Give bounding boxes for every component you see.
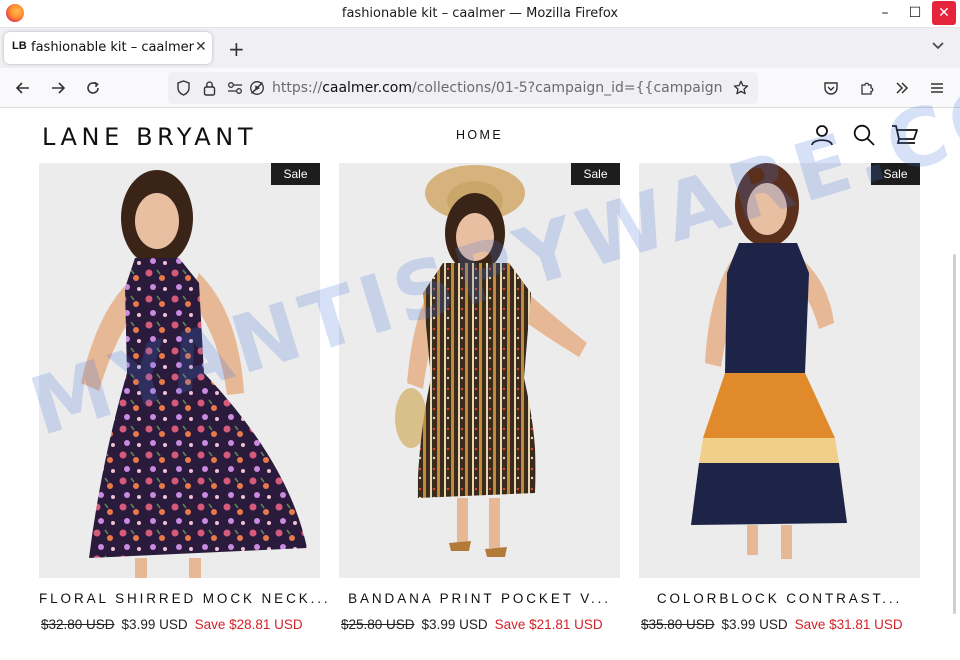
original-price: $35.80 USD — [641, 617, 715, 632]
url-scheme: https:// — [272, 80, 323, 96]
extensions-button[interactable] — [855, 68, 879, 108]
sale-badge: Sale — [271, 163, 320, 185]
pocket-icon — [824, 81, 838, 95]
url-host: caalmer.com — [322, 80, 413, 96]
sale-price: $3.99 USD — [721, 617, 788, 632]
product-photo-colorblock-dress — [639, 163, 920, 578]
window-titlebar: fashionable kit – caalmer — Mozilla Fire… — [0, 0, 960, 28]
reload-icon — [87, 81, 99, 94]
product-image[interactable]: Sale — [339, 163, 620, 578]
savings-amount: Save $28.81 USD — [194, 617, 303, 632]
tab-close-button[interactable]: ✕ — [195, 39, 207, 55]
product-title[interactable]: BANDANA PRINT POCKET V... — [339, 591, 620, 606]
minimize-button[interactable]: – — [872, 0, 898, 26]
navigation-toolbar: https://caalmer.com/collections/01-5?cam… — [0, 68, 960, 108]
sale-badge: Sale — [571, 163, 620, 185]
account-button[interactable] — [809, 122, 837, 150]
back-arrow-icon — [15, 82, 29, 94]
maximize-button[interactable]: ☐ — [902, 0, 928, 26]
chevron-down-icon — [932, 42, 944, 50]
product-image[interactable]: Sale — [639, 163, 920, 578]
tracking-protection-shield-icon[interactable] — [172, 68, 194, 108]
double-chevron-right-icon — [896, 82, 909, 94]
price-row: $35.80 USD $3.99 USD Save $31.81 USD — [641, 617, 903, 632]
product-card[interactable]: Sale FLORAL SHIRRED MOCK NECK... $32.80 … — [39, 163, 328, 632]
search-button[interactable] — [851, 122, 879, 150]
search-icon — [853, 124, 875, 146]
url-bar[interactable]: https://caalmer.com/collections/01-5?cam… — [168, 72, 758, 104]
user-icon — [811, 125, 833, 146]
bookmark-star-button[interactable] — [730, 68, 752, 108]
product-title[interactable]: FLORAL SHIRRED MOCK NECK... — [39, 591, 328, 606]
new-tab-button[interactable]: + — [228, 37, 245, 61]
product-image[interactable]: Sale — [39, 163, 320, 578]
pocket-button[interactable] — [819, 68, 843, 108]
permissions-icon[interactable] — [224, 68, 246, 108]
product-card[interactable]: Sale COLORBLOCK CONTRAST... $35.80 USD $3… — [639, 163, 920, 632]
sale-price: $3.99 USD — [121, 617, 188, 632]
reload-button[interactable] — [80, 68, 106, 108]
url-path: /collections/01-5?campaign_id={{campaign… — [412, 80, 724, 96]
app-menu-button[interactable] — [925, 68, 949, 108]
url-text[interactable]: https://caalmer.com/collections/01-5?cam… — [272, 80, 724, 96]
product-photo-floral-dress — [39, 163, 320, 578]
more-tools-button[interactable] — [890, 68, 914, 108]
price-row: $32.80 USD $3.99 USD Save $28.81 USD — [41, 617, 303, 632]
hamburger-menu-icon — [931, 83, 943, 93]
back-button[interactable] — [10, 68, 36, 108]
cart-icon — [892, 125, 918, 144]
cart-button[interactable] — [891, 122, 919, 150]
price-row: $25.80 USD $3.99 USD Save $21.81 USD — [341, 617, 603, 632]
sale-price: $3.99 USD — [421, 617, 488, 632]
window-title: fashionable kit – caalmer — Mozilla Fire… — [341, 6, 619, 21]
product-title[interactable]: COLORBLOCK CONTRAST... — [639, 591, 920, 606]
close-window-button[interactable]: ✕ — [932, 1, 956, 25]
forward-arrow-icon — [52, 82, 66, 94]
tab-title: fashionable kit – caalmer — [31, 40, 195, 55]
savings-amount: Save $21.81 USD — [494, 617, 603, 632]
savings-amount: Save $31.81 USD — [794, 617, 903, 632]
tab-active[interactable]: LB fashionable kit – caalmer ✕ — [4, 32, 212, 64]
product-photo-bandana-dress — [339, 163, 620, 578]
store-logo[interactable]: LANE BRYANT — [42, 123, 257, 151]
original-price: $32.80 USD — [41, 617, 115, 632]
star-icon — [733, 80, 749, 95]
site-favicon-icon: LB — [12, 40, 27, 52]
padlock-icon[interactable] — [198, 68, 220, 108]
puzzle-piece-icon — [861, 82, 874, 95]
nav-link-home[interactable]: HOME — [456, 128, 503, 142]
original-price: $25.80 USD — [341, 617, 415, 632]
tab-strip: LB fashionable kit – caalmer ✕ — [0, 28, 960, 68]
sale-badge: Sale — [871, 163, 920, 185]
web-page: LANE BRYANT HOME Sale FLORAL SHIRRED MOC… — [0, 108, 960, 660]
forward-button[interactable] — [45, 68, 71, 108]
list-all-tabs-button[interactable] — [931, 40, 945, 54]
page-scrollbar[interactable] — [953, 254, 956, 614]
autoplay-blocked-icon[interactable] — [246, 68, 268, 108]
product-card[interactable]: Sale BANDANA PRINT POCKET V... $25.80 US… — [339, 163, 620, 632]
